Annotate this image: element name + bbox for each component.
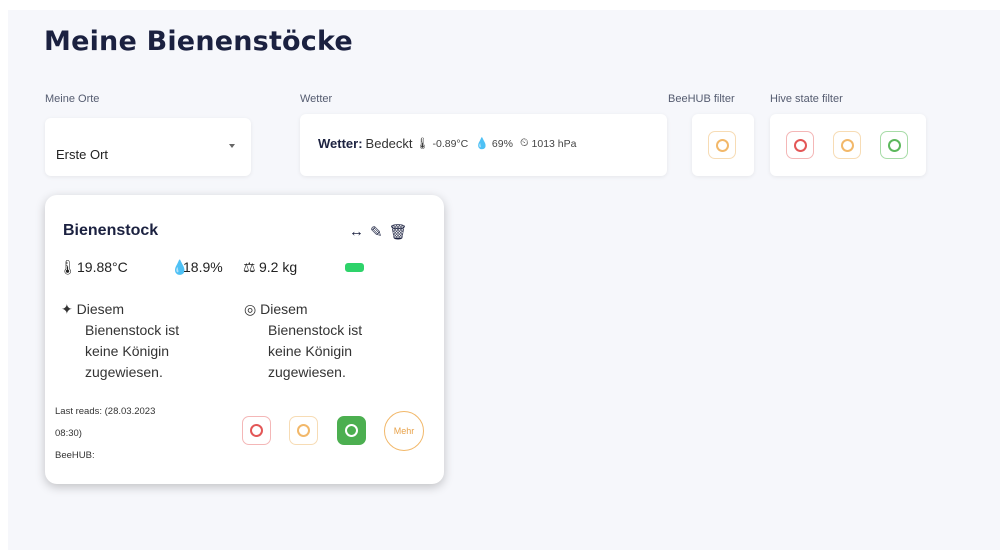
- queen-info-right-line: Bienenstock ist: [268, 322, 363, 338]
- circle-icon: [887, 138, 901, 152]
- beehub-filter-label: BeeHUB filter: [668, 93, 735, 105]
- thermometer-icon: 🌡: [415, 138, 430, 150]
- bee-icon: ✦: [61, 301, 73, 317]
- more-button[interactable]: Mehr: [384, 411, 424, 451]
- beehub-filter-panel: [692, 114, 754, 176]
- battery-icon: [345, 263, 364, 272]
- hive-actions: ↔ ✎ 🗑: [349, 223, 408, 241]
- queen-icon: ◎: [244, 301, 257, 317]
- circle-icon: [297, 424, 310, 437]
- queen-info-right-line: zugewiesen.: [268, 364, 346, 380]
- last-reads-label: Last reads: (28.03.2023: [55, 406, 156, 417]
- trash-icon[interactable]: 🗑: [389, 223, 408, 241]
- queen-info-right-line: keine Königin: [268, 343, 353, 359]
- location-select-value: Erste Ort: [56, 147, 109, 162]
- pencil-icon[interactable]: ✎: [370, 223, 383, 241]
- hive-state-red-button[interactable]: [242, 416, 271, 445]
- hive-weight: 9.2 kg: [259, 259, 298, 275]
- circle-icon: [345, 424, 358, 437]
- weather-prefix: Wetter:: [318, 136, 363, 151]
- circle-icon: [250, 424, 263, 437]
- gauge-icon: ⏲: [519, 137, 529, 149]
- page-title: Meine Bienenstöcke: [44, 26, 353, 57]
- hive-state-filter-label: Hive state filter: [770, 93, 843, 105]
- queen-info-right-first: Diesem: [260, 301, 308, 317]
- hive-card[interactable]: Bienenstock ↔ ✎ 🗑 🌡 19.88°C 💧 18.9% ⚖ 9.…: [45, 195, 444, 484]
- queen-info-left-line: zugewiesen.: [85, 364, 163, 380]
- locations-label: Meine Orte: [45, 93, 100, 105]
- circle-icon: [715, 138, 729, 152]
- queen-info-left-first: Diesem: [76, 301, 125, 317]
- weather-pressure: 1013 hPa: [531, 137, 577, 150]
- hive-state-green-button[interactable]: [337, 416, 366, 445]
- weather-condition: Bedeckt: [365, 136, 413, 151]
- hive-state-filter-orange-button[interactable]: [833, 131, 861, 159]
- weather-panel: Wetter: Bedeckt 🌡 -0.89°C 💧 69% ⏲ 1013 h…: [300, 114, 667, 176]
- queen-info-left-line: Bienenstock ist: [85, 322, 180, 338]
- last-reads: Last reads: (28.03.2023 08:30) BeeHUB:: [55, 401, 205, 467]
- queen-info-right: ◎ Diesem Bienenstock ist keine Königin z…: [244, 299, 362, 383]
- scale-icon: ⚖: [243, 259, 256, 275]
- weather-humidity: 69%: [491, 137, 513, 150]
- weather-label: Wetter: [300, 93, 333, 105]
- location-select[interactable]: Erste Ort: [45, 118, 251, 176]
- queen-info-left-line: keine Königin: [85, 343, 170, 359]
- beehub-label: BeeHUB:: [55, 450, 95, 461]
- beehub-filter-orange-button[interactable]: [708, 131, 736, 159]
- hive-humidity: 18.9%: [183, 259, 223, 275]
- hive-temperature: 19.88°C: [77, 259, 128, 275]
- thermometer-icon: 🌡: [59, 259, 77, 275]
- hive-state-orange-button[interactable]: [289, 416, 318, 445]
- hive-name: Bienenstock: [63, 222, 159, 239]
- hive-state-filter-panel: [770, 114, 926, 176]
- weather-temperature: -0.89°C: [432, 137, 469, 150]
- queen-info-left: ✦ Diesem Bienenstock ist keine Königin z…: [61, 299, 179, 383]
- droplet-icon: 💧: [475, 138, 489, 150]
- hive-state-filter-red-button[interactable]: [786, 131, 814, 159]
- chevron-down-icon: [229, 144, 235, 148]
- hive-state-filter-green-button[interactable]: [880, 131, 908, 159]
- last-reads-time: 08:30): [55, 428, 82, 439]
- move-arrows-icon[interactable]: ↔: [349, 223, 364, 241]
- circle-icon: [840, 138, 854, 152]
- circle-icon: [793, 138, 807, 152]
